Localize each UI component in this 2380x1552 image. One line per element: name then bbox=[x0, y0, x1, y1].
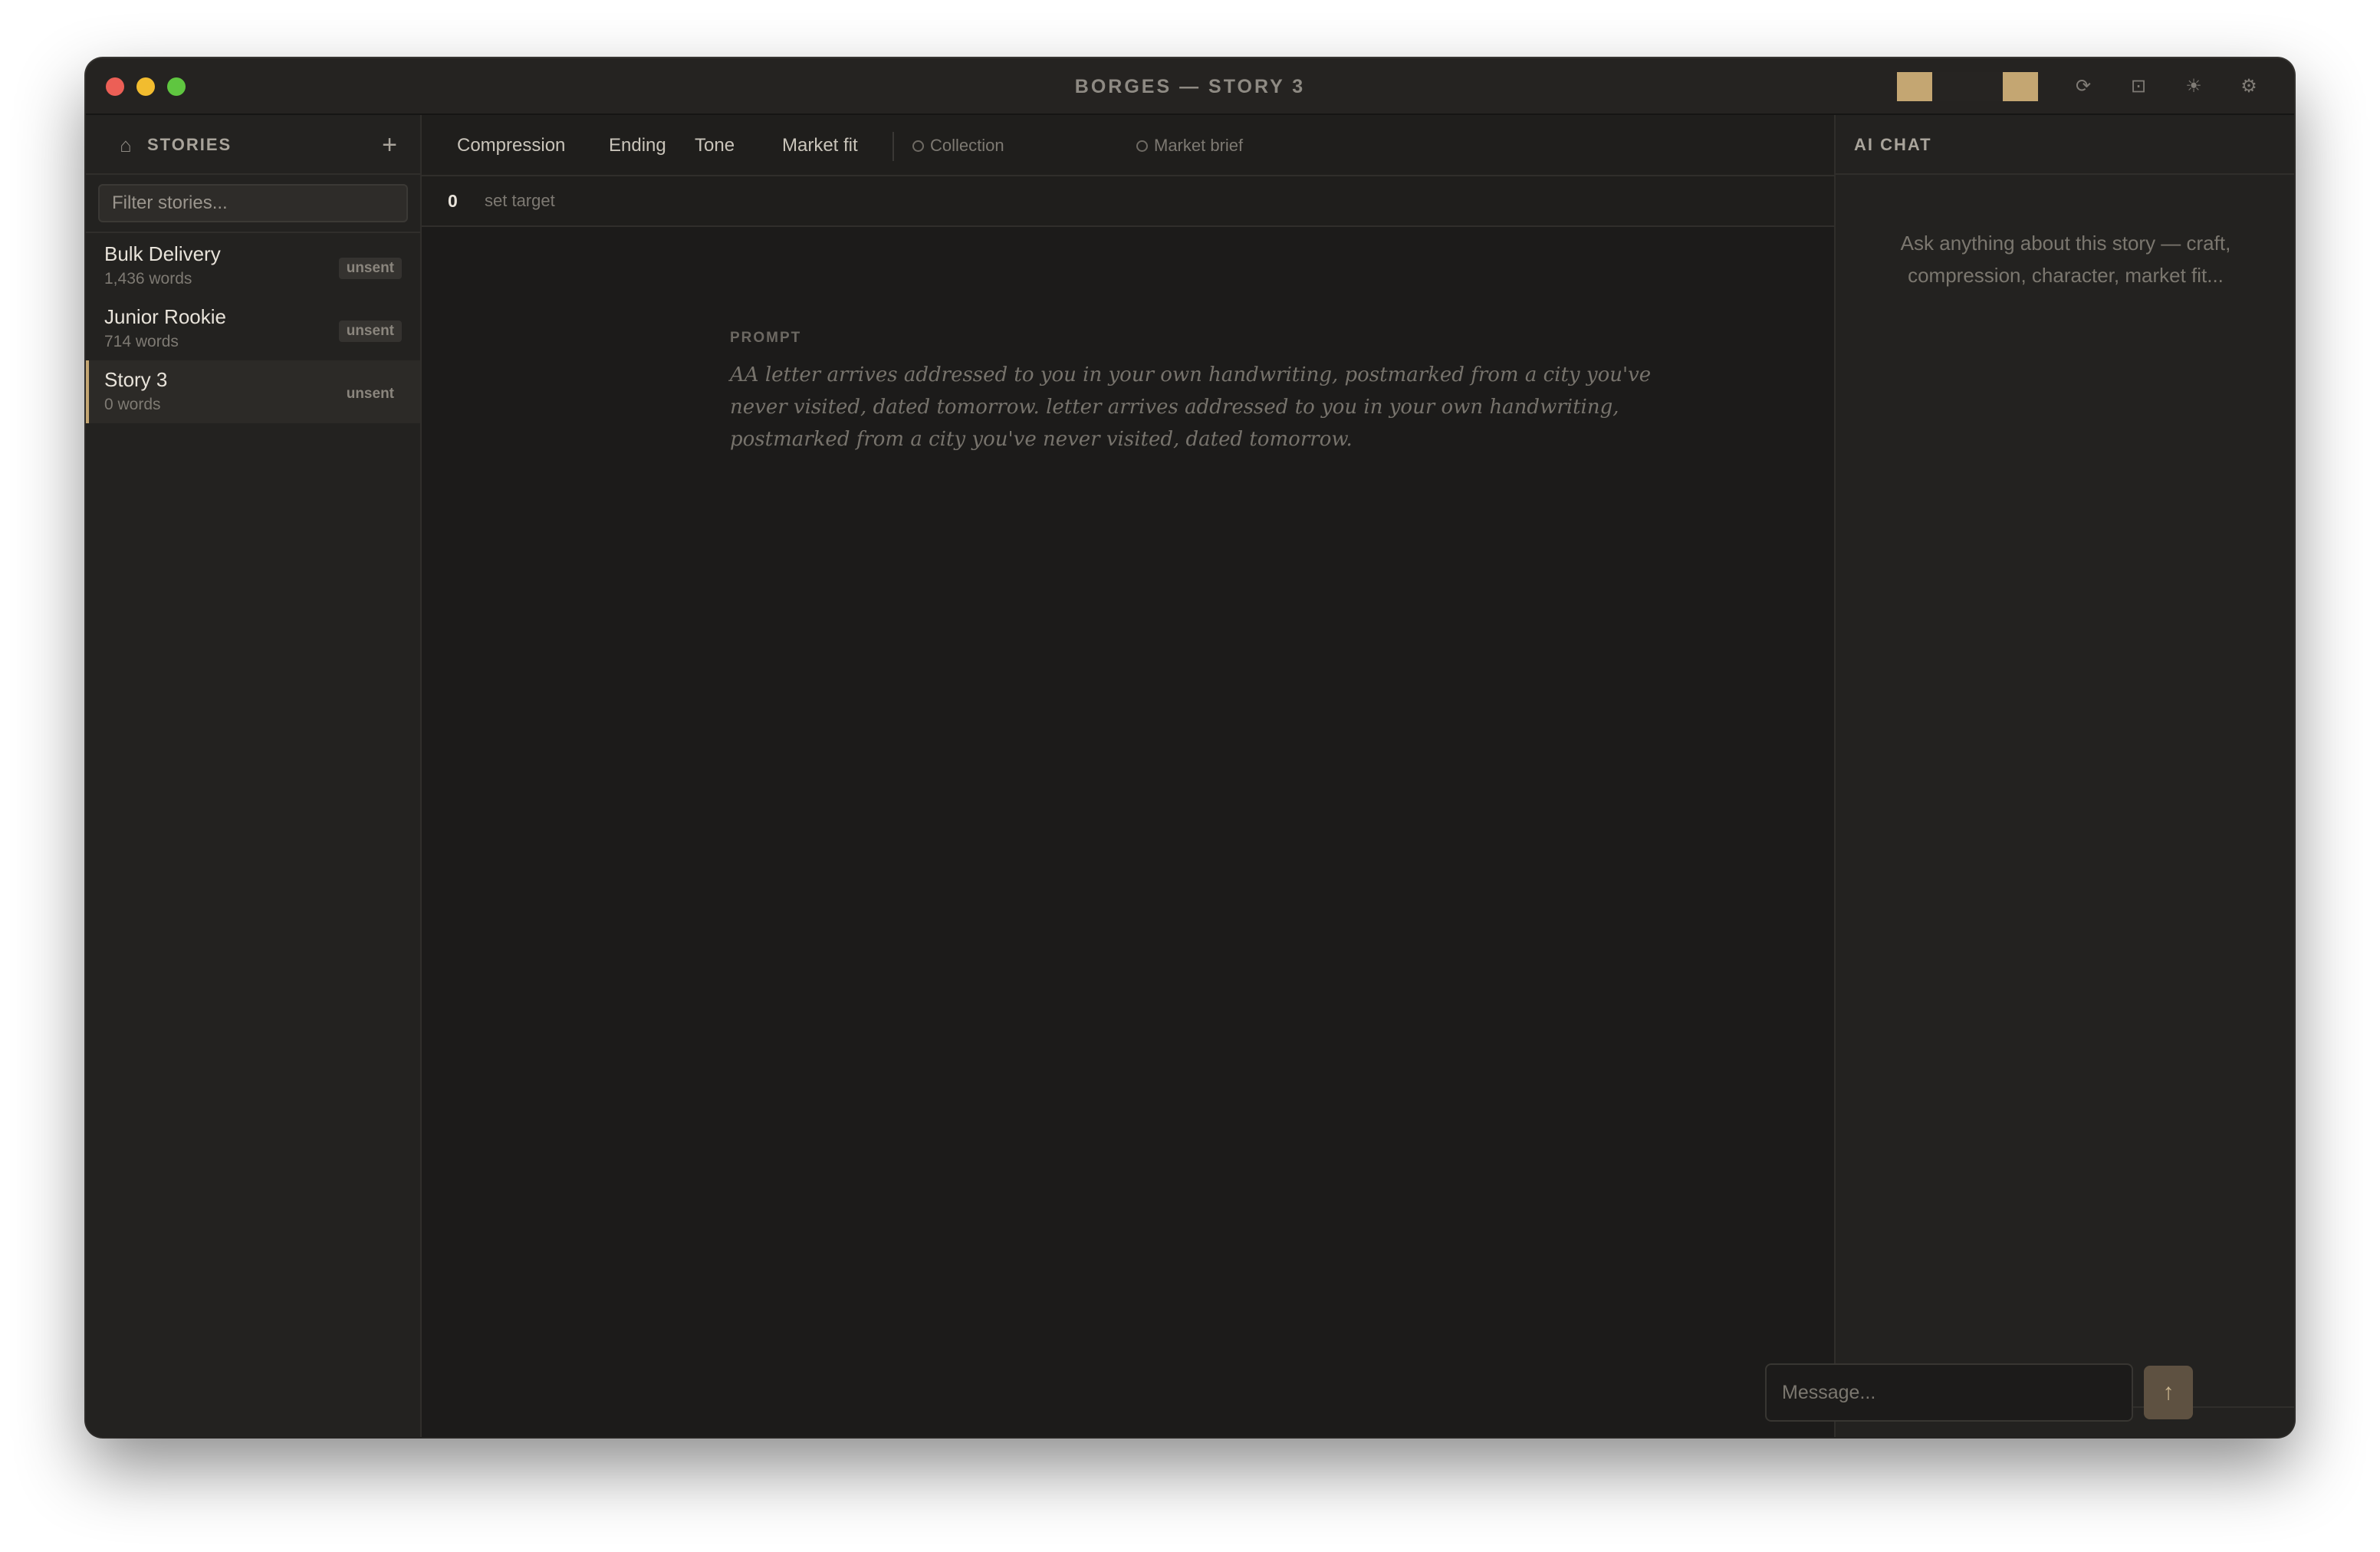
story-item[interactable]: Bulk Delivery 1,436 words unsent bbox=[86, 235, 420, 298]
message-input[interactable] bbox=[1765, 1363, 2133, 1422]
story-item-active[interactable]: Story 3 0 words unsent bbox=[86, 360, 420, 423]
title-bar: BORGES — STORY 3 ⟳ ⊡ ☀ ⚙ bbox=[86, 58, 2294, 115]
theme-swatch-4[interactable] bbox=[2003, 72, 2038, 101]
circle-icon bbox=[912, 140, 924, 152]
home-icon[interactable]: ⌂ bbox=[113, 130, 138, 159]
story-word-count: 1,436 words bbox=[104, 270, 192, 288]
status-badge: unsent bbox=[338, 321, 402, 342]
status-badge: unsent bbox=[338, 258, 402, 279]
theme-swatches bbox=[1897, 72, 2038, 101]
prompt-label: PROMPT bbox=[730, 330, 802, 346]
tab-tone[interactable]: Tone bbox=[695, 115, 735, 176]
story-title: Junior Rookie bbox=[104, 305, 226, 328]
prompt-text: AA letter arrives addressed to you in yo… bbox=[730, 363, 1652, 451]
editor-pane: Compression Ending Tone Market fit Colle… bbox=[422, 115, 1834, 1437]
tab-separator bbox=[893, 132, 894, 161]
tab-market-fit[interactable]: Market fit bbox=[782, 115, 858, 176]
market-brief-label: Market brief bbox=[1154, 136, 1244, 155]
collection-label: Collection bbox=[930, 136, 1004, 155]
circle-icon bbox=[1136, 140, 1148, 152]
theme-swatch-3[interactable] bbox=[1967, 72, 2003, 101]
tab-compression[interactable]: Compression bbox=[457, 115, 565, 176]
story-word-count: 0 words bbox=[104, 396, 161, 413]
sidebar-title: STORIES bbox=[147, 135, 232, 154]
chat-header: AI CHAT bbox=[1836, 115, 2294, 175]
story-word-count: 714 words bbox=[104, 333, 179, 350]
send-button[interactable]: ↑ bbox=[2144, 1366, 2193, 1419]
collection-toggle[interactable]: Collection bbox=[912, 115, 1004, 176]
layout-icon[interactable]: ⊡ bbox=[2124, 72, 2153, 101]
stories-sidebar: ⌂ STORIES + Bulk Delivery 1,436 words un… bbox=[86, 115, 422, 1437]
filter-stories-input[interactable] bbox=[98, 184, 408, 222]
story-item[interactable]: Junior Rookie 714 words unsent bbox=[86, 298, 420, 360]
word-count-bar: 0 set target bbox=[422, 176, 1834, 227]
sidebar-header: ⌂ STORIES + bbox=[86, 115, 420, 175]
market-brief-toggle[interactable]: Market brief bbox=[1136, 115, 1243, 176]
tab-ending[interactable]: Ending bbox=[609, 115, 666, 176]
status-badge: unsent bbox=[346, 386, 394, 402]
gear-icon[interactable]: ⚙ bbox=[2234, 72, 2263, 101]
story-title: Bulk Delivery bbox=[104, 242, 221, 265]
app-window: BORGES — STORY 3 ⟳ ⊡ ☀ ⚙ ⌂ STORIES + Bul… bbox=[86, 58, 2294, 1437]
theme-swatch-2[interactable] bbox=[1932, 72, 1967, 101]
sidebar-divider bbox=[86, 232, 420, 233]
sun-icon[interactable]: ☀ bbox=[2179, 72, 2208, 101]
analysis-tab-bar: Compression Ending Tone Market fit Colle… bbox=[422, 115, 1834, 176]
chat-empty-state: Ask anything about this story — craft, c… bbox=[1900, 232, 2231, 287]
theme-swatch-1[interactable] bbox=[1897, 72, 1932, 101]
add-story-button[interactable]: + bbox=[374, 130, 405, 161]
word-count: 0 bbox=[448, 191, 458, 211]
refresh-icon[interactable]: ⟳ bbox=[2069, 72, 2098, 101]
ai-chat-panel: AI CHAT Ask anything about this story — … bbox=[1834, 115, 2294, 1437]
chat-title: AI CHAT bbox=[1854, 135, 1932, 154]
set-target-link[interactable]: set target bbox=[485, 176, 555, 225]
story-title: Story 3 bbox=[104, 368, 168, 391]
